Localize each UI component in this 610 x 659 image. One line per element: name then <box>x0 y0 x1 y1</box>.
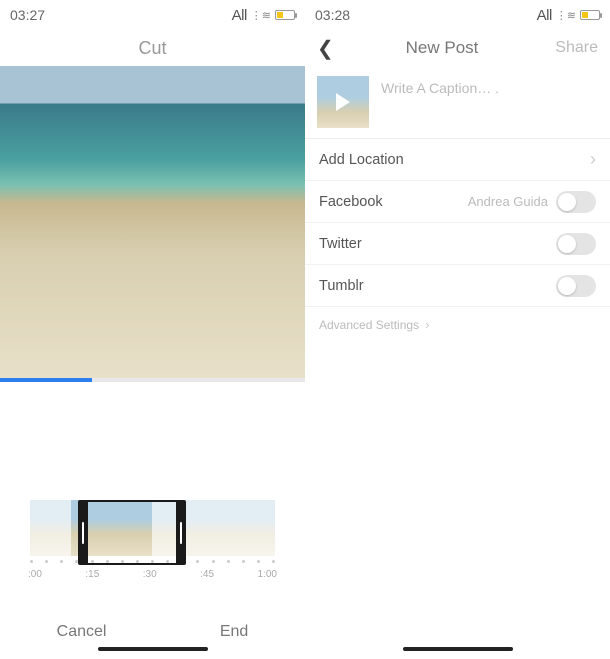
status-right: All ⋮≋ <box>232 7 295 24</box>
thumb-frame[interactable] <box>193 500 234 556</box>
status-right: All ⋮≋ <box>537 7 600 24</box>
page-title: Cut <box>138 38 166 59</box>
row-twitter: Twitter <box>305 223 610 265</box>
carrier-label: All <box>537 7 552 24</box>
wifi-icon: ⋮≋ <box>251 9 271 22</box>
navbar-title: Cut <box>0 30 305 66</box>
tick-labels: :00 :15 :30 :45 1:00 <box>0 563 305 580</box>
row-facebook: Facebook Andrea Guida <box>305 181 610 223</box>
video-thumb[interactable] <box>317 76 369 128</box>
thumb-frame[interactable] <box>112 500 153 556</box>
video-progress[interactable] <box>0 378 305 382</box>
screen-cut: 03:27 All ⋮≋ Cut :00 :15 :30 <box>0 0 305 659</box>
progress-fill <box>0 378 92 382</box>
trim-timeline[interactable]: :00 :15 :30 :45 1:00 <box>0 500 305 565</box>
thumb-strip <box>0 500 305 556</box>
page-title: New Post <box>341 38 543 58</box>
caption-input[interactable]: Write A Caption… . <box>381 76 499 96</box>
thumb-frame[interactable] <box>234 500 275 556</box>
advanced-label: Advanced Settings <box>319 318 419 332</box>
battery-icon <box>580 10 600 20</box>
thumb-frame[interactable] <box>152 500 193 556</box>
status-time: 03:28 <box>315 7 350 23</box>
row-add-location[interactable]: Add Location › <box>305 139 610 181</box>
wifi-icon: ⋮≋ <box>556 9 576 22</box>
bottom-actions: Cancel End <box>0 623 305 641</box>
row-label: Add Location <box>319 152 404 168</box>
toggle-twitter[interactable] <box>556 233 596 255</box>
battery-icon <box>275 10 295 20</box>
cancel-button[interactable]: Cancel <box>57 623 107 641</box>
advanced-settings-link[interactable]: Advanced Settings › <box>305 307 610 342</box>
status-bar: 03:28 All ⋮≋ <box>305 0 610 30</box>
video-preview[interactable] <box>0 66 305 378</box>
tick: :00 <box>28 569 42 580</box>
screen-new-post: 03:28 All ⋮≋ ❮ New Post Share Write A Ca… <box>305 0 610 659</box>
thumb-frame[interactable] <box>30 500 71 556</box>
trim-handle-right[interactable] <box>176 500 186 565</box>
carrier-label: All <box>232 7 247 24</box>
thumb-frame[interactable] <box>71 500 112 556</box>
tick: :45 <box>200 569 214 580</box>
end-button[interactable]: End <box>220 623 248 641</box>
share-button[interactable]: Share <box>543 39 598 57</box>
navbar: ❮ New Post Share <box>305 30 610 66</box>
trim-handle-left[interactable] <box>78 500 88 565</box>
caption-row: Write A Caption… . <box>305 66 610 138</box>
status-bar: 03:27 All ⋮≋ <box>0 0 305 30</box>
back-button[interactable]: ❮ <box>317 36 341 61</box>
home-indicator[interactable] <box>403 647 513 651</box>
play-icon <box>336 93 350 111</box>
toggle-facebook[interactable] <box>556 191 596 213</box>
toggle-tumblr[interactable] <box>556 275 596 297</box>
chevron-right-icon: › <box>590 149 596 170</box>
row-label: Facebook <box>319 194 383 210</box>
row-label: Tumblr <box>319 278 364 294</box>
status-time: 03:27 <box>10 7 45 23</box>
home-indicator[interactable] <box>98 647 208 651</box>
account-name: Andrea Guida <box>468 194 548 209</box>
tick: 1:00 <box>258 569 277 580</box>
tick: :15 <box>85 569 99 580</box>
chevron-right-icon: › <box>425 317 429 332</box>
tick: :30 <box>143 569 157 580</box>
row-label: Twitter <box>319 236 362 252</box>
row-tumblr: Tumblr <box>305 265 610 307</box>
tick-dots <box>0 556 305 563</box>
